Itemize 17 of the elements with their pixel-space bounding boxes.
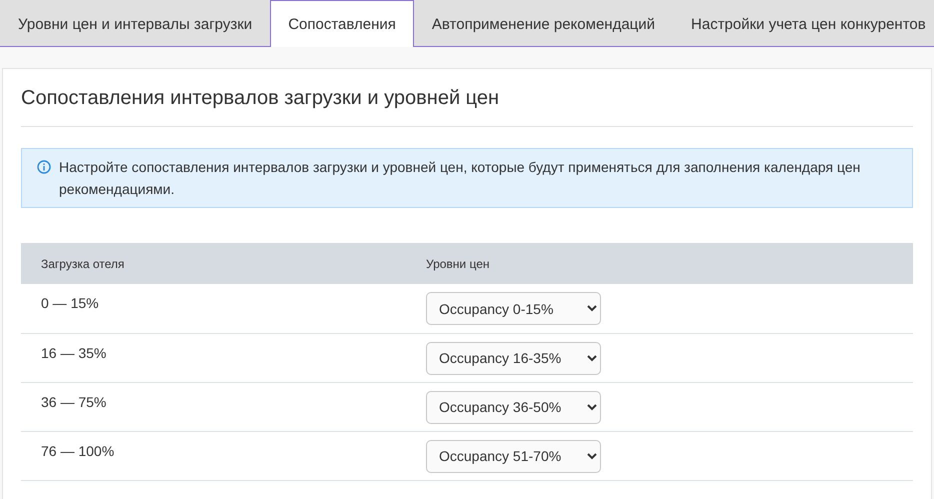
table-cell: 0 — 15% — [21, 284, 406, 333]
tab[interactable]: Сопоставления — [270, 0, 414, 47]
info-text: Настройте сопоставления интервалов загрузки и уровней цен, которые будут применяться для заполнения календаря цен рекомендациями. — [59, 158, 862, 199]
column-header: Загрузка отеля — [21, 243, 406, 284]
tab[interactable]: Автоприменение рекомендаций — [414, 0, 674, 47]
info-icon — [37, 160, 51, 174]
table-cell: 36 — 75% — [21, 382, 406, 431]
tab[interactable]: Уровни цен и интервалы загрузки — [0, 0, 270, 47]
table-cell: 76 — 100% — [21, 431, 406, 480]
section-title: Сопоставления интервалов загрузки и уровней цен — [21, 69, 913, 127]
price-level-dropdown[interactable]: Occupancy 51-70% — [426, 440, 601, 472]
tab[interactable]: Настройки учета цен конкурентов — [673, 0, 934, 47]
price-level-dropdown[interactable]: Occupancy 36-50% — [426, 390, 601, 424]
column-header: Уровни цен — [406, 243, 913, 284]
table-cell: 16 — 35% — [21, 333, 406, 382]
price-level-dropdown[interactable]: Occupancy 16-35% — [426, 342, 601, 374]
price-level-dropdown[interactable]: Occupancy 0-15% — [426, 292, 601, 325]
